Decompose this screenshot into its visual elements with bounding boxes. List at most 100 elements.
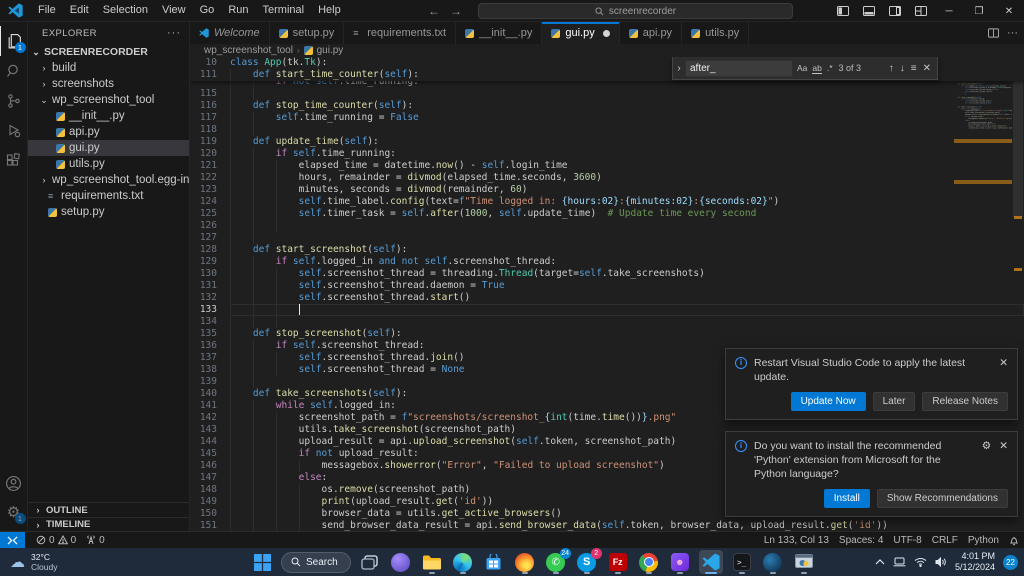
settings-gear-icon[interactable]: ⚙ 1 xyxy=(0,497,28,527)
taskbar-python-app-icon[interactable] xyxy=(792,550,816,574)
ports-indicator[interactable]: 0 xyxy=(81,532,110,548)
volume-icon[interactable] xyxy=(935,557,947,567)
tree-item-screenrecorder[interactable]: ⌄SCREENRECORDER xyxy=(28,44,189,60)
notifications-bell-icon[interactable] xyxy=(1004,535,1024,546)
indentation[interactable]: Spaces: 4 xyxy=(834,535,888,546)
tray-chevron-up-icon[interactable] xyxy=(875,559,885,565)
later-button[interactable]: Later xyxy=(873,392,916,411)
tab-setup.py[interactable]: setup.py xyxy=(270,22,345,44)
show-recommendations-button[interactable]: Show Recommendations xyxy=(877,489,1008,508)
wifi-icon[interactable] xyxy=(914,557,927,567)
menu-edit[interactable]: Edit xyxy=(63,0,96,21)
nav-forward-icon[interactable]: → xyxy=(450,4,462,18)
toggle-panel-icon[interactable] xyxy=(856,0,882,22)
taskbar-vscode-icon[interactable] xyxy=(699,550,723,574)
menu-go[interactable]: Go xyxy=(193,0,222,21)
tab-welcome[interactable]: Welcome xyxy=(190,22,270,44)
cursor-position[interactable]: Ln 133, Col 13 xyxy=(759,535,834,546)
find-input[interactable]: after_ xyxy=(685,60,793,77)
source-control-activity-icon[interactable] xyxy=(0,86,28,116)
account-icon[interactable] xyxy=(0,469,28,497)
tree-item-api.py[interactable]: api.py xyxy=(28,124,189,140)
minimap[interactable]: if not self.time_running: 115 116 def st… xyxy=(954,57,1012,357)
taskbar-wallet-icon[interactable]: ☻ xyxy=(668,550,692,574)
taskbar-filezilla-icon[interactable]: Fz xyxy=(606,550,630,574)
taskbar-chrome-icon[interactable] xyxy=(637,550,661,574)
toggle-sidebar-icon[interactable] xyxy=(830,0,856,22)
menu-terminal[interactable]: Terminal xyxy=(256,0,312,21)
tab-requirements.txt[interactable]: ≡requirements.txt xyxy=(344,22,456,44)
breadcrumb-file[interactable]: gui.py xyxy=(317,45,344,56)
tree-item-build[interactable]: ›build xyxy=(28,60,189,76)
run-debug-activity-icon[interactable] xyxy=(0,116,28,146)
explorer-actions-icon[interactable]: ··· xyxy=(167,27,181,39)
panel-outline[interactable]: ›OUTLINE xyxy=(28,503,189,517)
toggle-secondary-sidebar-icon[interactable] xyxy=(882,0,908,22)
tree-item-wp_screenshot_tool[interactable]: ⌄wp_screenshot_tool xyxy=(28,92,189,108)
panel-timeline[interactable]: ›TIMELINE xyxy=(28,517,189,531)
tab-utils.py[interactable]: utils.py xyxy=(682,22,749,44)
tree-item-setup.py[interactable]: setup.py xyxy=(28,204,189,220)
taskbar-file-explorer-icon[interactable] xyxy=(420,550,444,574)
tray-device-icon[interactable] xyxy=(893,557,906,567)
find-in-selection-icon[interactable]: ≡ xyxy=(911,63,917,74)
release-notes-button[interactable]: Release Notes xyxy=(922,392,1008,411)
tree-item-requirements.txt[interactable]: ≡requirements.txt xyxy=(28,188,189,204)
whole-word-icon[interactable]: ab xyxy=(812,63,821,74)
taskbar-terminal-icon[interactable]: >_ xyxy=(730,550,754,574)
search-activity-icon[interactable] xyxy=(0,56,28,86)
tab-__init__.py[interactable]: __init__.py xyxy=(456,22,542,44)
close-button[interactable]: ✕ xyxy=(994,0,1024,22)
toggle-replace-icon[interactable]: › xyxy=(673,63,685,74)
taskbar-store-icon[interactable] xyxy=(482,550,506,574)
update-now-button[interactable]: Update Now xyxy=(791,392,866,411)
eol-sequence[interactable]: CRLF xyxy=(927,535,963,546)
notification-settings-icon[interactable]: ⚙ xyxy=(982,439,991,481)
breadcrumb-folder[interactable]: wp_screenshot_tool xyxy=(204,45,293,56)
language-mode[interactable]: Python xyxy=(963,535,1004,546)
encoding[interactable]: UTF-8 xyxy=(888,535,926,546)
tree-item-__init__.py[interactable]: __init__.py xyxy=(28,108,189,124)
taskbar-start-icon[interactable] xyxy=(250,550,274,574)
problems-indicator[interactable]: 0 0 xyxy=(31,532,81,548)
taskbar-task-view-icon[interactable] xyxy=(358,550,382,574)
install-button[interactable]: Install xyxy=(824,489,870,508)
command-center-search[interactable]: screenrecorder xyxy=(478,3,793,19)
close-find-icon[interactable]: ✕ xyxy=(923,63,931,74)
menu-help[interactable]: Help xyxy=(311,0,348,21)
tab-gui.py[interactable]: gui.py xyxy=(542,22,619,44)
customize-layout-icon[interactable] xyxy=(908,0,934,22)
close-notification-icon[interactable]: ✕ xyxy=(999,356,1008,384)
taskbar-whatsapp-icon[interactable]: ✆ 24 xyxy=(544,550,568,574)
menu-selection[interactable]: Selection xyxy=(96,0,155,21)
taskbar-skype-icon[interactable]: S 2 xyxy=(575,550,599,574)
taskbar-fish-app-icon[interactable] xyxy=(761,550,785,574)
restore-button[interactable]: ❐ xyxy=(964,0,994,22)
close-notification-icon[interactable]: ✕ xyxy=(999,439,1008,481)
nav-back-icon[interactable]: ← xyxy=(428,4,440,18)
find-next-icon[interactable]: ↓ xyxy=(900,63,905,74)
find-previous-icon[interactable]: ↑ xyxy=(889,63,894,74)
menu-run[interactable]: Run xyxy=(221,0,255,21)
tree-item-utils.py[interactable]: utils.py xyxy=(28,156,189,172)
taskbar-edge-icon[interactable] xyxy=(451,550,475,574)
taskbar-search[interactable]: Search xyxy=(281,552,351,573)
clock[interactable]: 4:01 PM5/12/2024 xyxy=(955,551,995,573)
match-case-icon[interactable]: Aa xyxy=(797,63,807,74)
tree-item-screenshots[interactable]: ›screenshots xyxy=(28,76,189,92)
split-editor-icon[interactable] xyxy=(988,28,999,38)
tree-item-wp_screenshot_tool.egg-info[interactable]: ›wp_screenshot_tool.egg-info xyxy=(28,172,189,188)
taskbar-firefox-icon[interactable] xyxy=(513,550,537,574)
explorer-activity-icon[interactable]: 1 xyxy=(0,26,28,56)
menu-file[interactable]: File xyxy=(31,0,63,21)
tree-item-gui.py[interactable]: gui.py xyxy=(28,140,189,156)
weather-widget[interactable]: ☁ 32°C Cloudy xyxy=(0,552,57,572)
regex-icon[interactable]: .* xyxy=(827,63,833,74)
remote-indicator[interactable] xyxy=(0,532,25,548)
extensions-activity-icon[interactable] xyxy=(0,146,28,176)
notification-count-badge[interactable]: 22 xyxy=(1003,555,1018,570)
tab-api.py[interactable]: api.py xyxy=(620,22,682,44)
minimize-button[interactable]: ─ xyxy=(934,0,964,22)
more-actions-icon[interactable]: ··· xyxy=(1007,27,1018,39)
menu-view[interactable]: View xyxy=(155,0,193,21)
